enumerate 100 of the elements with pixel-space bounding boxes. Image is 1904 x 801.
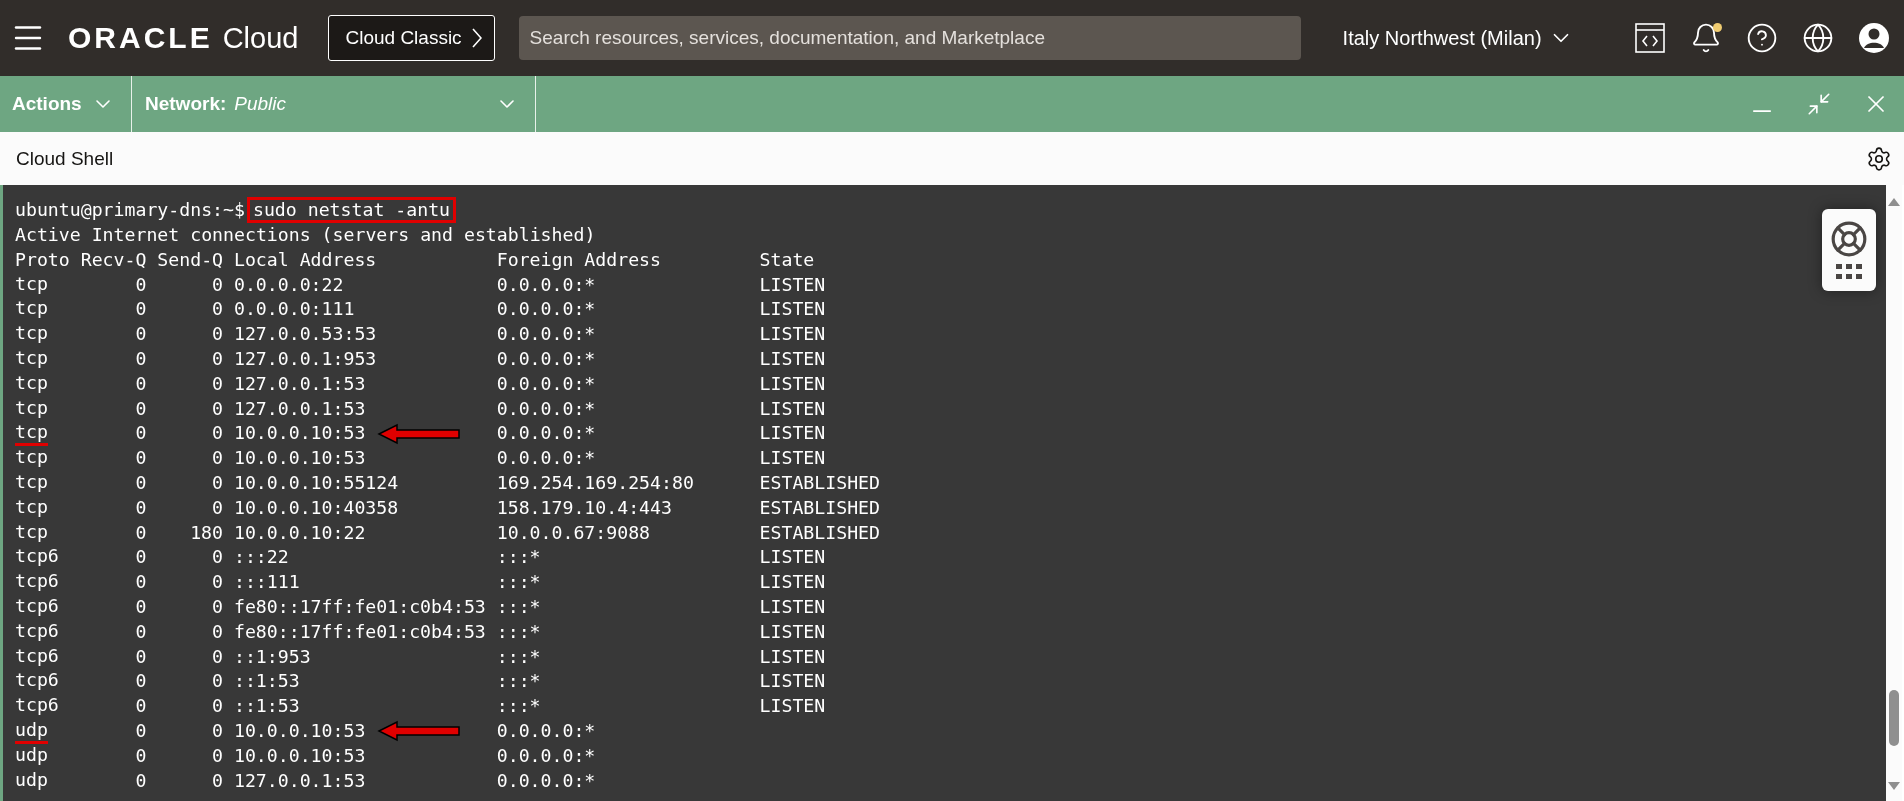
state-cell-text: LISTEN bbox=[759, 669, 826, 694]
recv-q-cell-text: 0 bbox=[134, 520, 148, 545]
local-address-cell-text: ::1:53 bbox=[233, 669, 300, 694]
column-header: Send-Q bbox=[157, 247, 225, 272]
send-q-cell-text: 0 bbox=[211, 595, 225, 620]
foreign-address-cell-text: 0.0.0.0:* bbox=[496, 371, 597, 396]
proto-cell-text: tcp bbox=[15, 371, 48, 395]
state-cell-text: ESTABLISHED bbox=[759, 520, 880, 545]
local-address-cell-text: 127.0.0.1:53 bbox=[233, 371, 366, 396]
proto-cell-text: tcp6 bbox=[15, 594, 59, 618]
send-q-cell-text: 0 bbox=[211, 347, 225, 372]
local-address-cell-text: 10.0.0.10:22 bbox=[233, 520, 366, 545]
proto-cell-text: tcp bbox=[15, 347, 48, 370]
highlighted-command: sudo netstat -antu bbox=[246, 197, 457, 223]
globe-icon[interactable] bbox=[1802, 22, 1834, 54]
shell-prompt: ubuntu@primary-dns:~$ bbox=[15, 197, 245, 222]
state-cell-text: LISTEN bbox=[759, 619, 826, 644]
foreign-address-cell-text: :::* bbox=[496, 669, 542, 694]
foreign-address-cell-text: 0.0.0.0:* bbox=[496, 396, 597, 421]
state-cell-text: LISTEN bbox=[759, 297, 826, 322]
recv-q-cell-text: 0 bbox=[134, 595, 148, 620]
foreign-address-cell-text: :::* bbox=[496, 644, 542, 669]
column-header: Recv-Q bbox=[80, 247, 148, 272]
state-cell-text: LISTEN bbox=[759, 371, 826, 396]
column-header: Foreign Address bbox=[496, 247, 662, 272]
send-q-cell-text: 0 bbox=[211, 619, 225, 644]
proto-cell-text: udp bbox=[15, 743, 48, 767]
recv-q-cell-text: 0 bbox=[134, 768, 148, 793]
restore-icon[interactable] bbox=[1806, 91, 1832, 117]
proto-cell-text: tcp6 bbox=[15, 644, 59, 668]
local-address-cell: 10.0.0.10:55124 bbox=[233, 471, 399, 496]
send-q-cell-text: 0 bbox=[211, 396, 225, 421]
recv-q-cell-text: 0 bbox=[134, 347, 148, 372]
user-avatar-icon[interactable] bbox=[1858, 22, 1890, 54]
state-cell-text: LISTEN bbox=[759, 446, 826, 471]
cloud-classic-button[interactable]: Cloud Classic bbox=[328, 15, 495, 61]
local-address-cell-text: :::22 bbox=[233, 545, 289, 570]
help-icon[interactable] bbox=[1746, 22, 1778, 54]
local-address-cell-text: 10.0.0.10:53 bbox=[233, 446, 366, 471]
notifications-icon[interactable] bbox=[1690, 22, 1722, 54]
proto-cell: tcp bbox=[15, 421, 48, 447]
local-address-cell-text: fe80::17ff:fe01:c0b4:53 bbox=[233, 619, 486, 644]
recv-q-cell-text: 0 bbox=[134, 694, 148, 719]
proto-cell-text: tcp bbox=[15, 470, 48, 494]
recv-q-cell-text: 0 bbox=[134, 719, 148, 744]
recv-q-cell-text: 0 bbox=[134, 619, 148, 644]
local-address-cell-text: 0.0.0.0:22 bbox=[233, 272, 344, 297]
foreign-address-cell-text: 0.0.0.0:* bbox=[496, 322, 597, 347]
foreign-address-cell-text: 158.179.10.4:443 bbox=[496, 495, 673, 520]
recv-q-cell-text: 0 bbox=[134, 446, 148, 471]
send-q-cell-text: 0 bbox=[211, 545, 225, 570]
proto-cell-text: tcp bbox=[15, 396, 48, 420]
proto-cell-text: tcp bbox=[15, 520, 48, 544]
grid-icon bbox=[1836, 264, 1862, 280]
recv-q-cell-text: 0 bbox=[134, 743, 148, 768]
local-address-cell: fe80::17ff:fe01:c0b4:53 bbox=[233, 595, 486, 620]
send-q-cell-text: 0 bbox=[211, 446, 225, 471]
local-address-cell-text: 127.0.0.1:53 bbox=[233, 396, 366, 421]
scrollbar[interactable] bbox=[1886, 185, 1902, 801]
foreign-address-cell-text: :::* bbox=[496, 570, 542, 595]
column-header: Local Address bbox=[233, 247, 378, 272]
state-cell-text: LISTEN bbox=[759, 322, 826, 347]
send-q-cell-text: 0 bbox=[211, 768, 225, 793]
send-q-cell-text: 0 bbox=[211, 669, 225, 694]
proto-cell-text: tcp bbox=[15, 297, 48, 321]
region-selector[interactable]: Italy Northwest (Milan) bbox=[1342, 25, 1574, 51]
foreign-address-cell-text: 169.254.169.254:80 bbox=[496, 471, 695, 496]
send-q-cell-text: 0 bbox=[211, 743, 225, 768]
local-address-cell: 10.0.0.10:53 bbox=[233, 719, 366, 744]
column-header: Proto bbox=[15, 247, 71, 272]
send-q-cell-text: 0 bbox=[211, 471, 225, 496]
scroll-down-icon[interactable] bbox=[1887, 781, 1901, 791]
recv-q-cell-text: 0 bbox=[134, 545, 148, 570]
foreign-address-cell-text: 0.0.0.0:* bbox=[496, 421, 597, 446]
proto-cell-text: tcp6 bbox=[15, 694, 59, 718]
local-address-cell-text: 127.0.0.53:53 bbox=[233, 322, 377, 347]
search-field[interactable]: Search resources, services, documentation, and Marketplace bbox=[518, 16, 1301, 60]
scroll-up-icon[interactable] bbox=[1887, 197, 1901, 207]
recv-q-cell-text: 0 bbox=[134, 371, 148, 396]
help-widget[interactable] bbox=[1822, 209, 1876, 291]
send-q-cell-text: 0 bbox=[211, 421, 225, 446]
code-editor-icon[interactable] bbox=[1634, 22, 1666, 54]
chevron-right-icon bbox=[471, 28, 482, 48]
proto-cell-text: tcp bbox=[15, 446, 48, 470]
proto-cell-text: tcp bbox=[15, 495, 48, 519]
foreign-address-cell-text: 0.0.0.0:* bbox=[496, 743, 597, 768]
recv-q-cell-text: 0 bbox=[134, 272, 148, 297]
scroll-thumb[interactable] bbox=[1889, 690, 1899, 746]
foreign-address-cell-text: 0.0.0.0:* bbox=[496, 297, 597, 322]
local-address-cell-text: 10.0.0.10:53 bbox=[233, 743, 366, 768]
state-cell-text: LISTEN bbox=[759, 421, 826, 446]
state-cell: ESTABLISHED bbox=[759, 471, 880, 496]
settings-icon[interactable] bbox=[1866, 145, 1892, 172]
proto-cell-text: tcp6 bbox=[15, 669, 59, 693]
local-address-cell-text: 10.0.0.10:40358 bbox=[233, 495, 399, 520]
foreign-address-cell-text: 0.0.0.0:* bbox=[496, 446, 597, 471]
local-address-cell-text: 127.0.0.1:53 bbox=[233, 768, 366, 793]
foreign-address-cell-text: :::* bbox=[496, 619, 542, 644]
send-q-cell-text: 0 bbox=[211, 570, 225, 595]
brand-product: Cloud bbox=[222, 22, 299, 55]
